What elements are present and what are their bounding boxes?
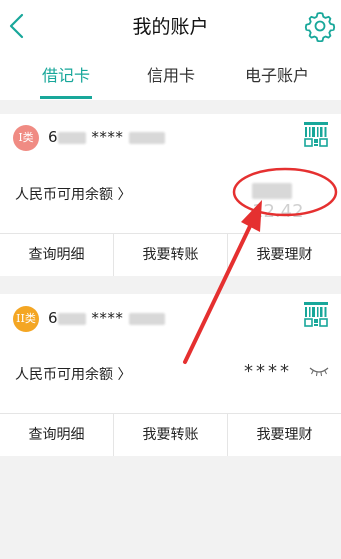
active-tab-indicator <box>40 96 92 99</box>
transfer-button[interactable]: 我要转账 <box>113 414 227 456</box>
masked-balance <box>252 183 292 199</box>
masked-digits <box>58 131 87 144</box>
debit-card-class-1: I类 6 **** 人民币可用余额 〉 12.42 查询明细 我要转账 我要理财 <box>0 114 341 276</box>
tab-e-account[interactable]: 电子账户 <box>241 62 313 86</box>
account-tabs: 借记卡 信用卡 电子账户 <box>0 52 341 100</box>
header-bar: 我的账户 <box>0 0 341 52</box>
balance-label[interactable]: 人民币可用余额 〉 <box>15 184 131 204</box>
balance-label[interactable]: 人民币可用余额 〉 <box>15 364 131 384</box>
card-number-prefix: 6 <box>48 128 59 146</box>
gear-icon[interactable] <box>304 10 336 42</box>
wealth-management-button[interactable]: 我要理财 <box>227 234 341 276</box>
card-number: 6 **** <box>48 309 165 327</box>
card-number-mask: **** <box>91 309 124 327</box>
card-number-prefix: 6 <box>48 309 59 327</box>
view-details-button[interactable]: 查询明细 <box>0 414 113 456</box>
balance-visible-digits: 12.42 <box>252 201 304 222</box>
debit-card-class-2: II类 6 **** 人民币可用余额 〉 **** 查询明细 我要转账 我要理财 <box>0 294 341 456</box>
qr-code-icon[interactable] <box>304 302 328 328</box>
masked-digits <box>58 312 87 325</box>
transfer-button[interactable]: 我要转账 <box>113 234 227 276</box>
tab-credit-card[interactable]: 信用卡 <box>144 62 198 86</box>
view-details-button[interactable]: 查询明细 <box>0 234 113 276</box>
eye-closed-icon[interactable] <box>309 366 329 378</box>
tab-debit-card[interactable]: 借记卡 <box>40 62 92 86</box>
class-badge: I类 <box>13 125 39 151</box>
card-actions: 查询明细 我要转账 我要理财 <box>0 413 341 456</box>
card-actions: 查询明细 我要转账 我要理财 <box>0 233 341 276</box>
wealth-management-button[interactable]: 我要理财 <box>227 414 341 456</box>
balance-amount: 12.42 <box>252 180 341 222</box>
class-badge: II类 <box>13 306 39 332</box>
masked-digits <box>128 131 165 144</box>
qr-code-icon[interactable] <box>304 122 328 148</box>
masked-digits <box>128 312 165 325</box>
page-title: 我的账户 <box>132 16 209 38</box>
balance-hidden: **** <box>244 361 292 382</box>
card-number: 6 **** <box>48 128 165 146</box>
card-number-mask: **** <box>91 128 124 146</box>
